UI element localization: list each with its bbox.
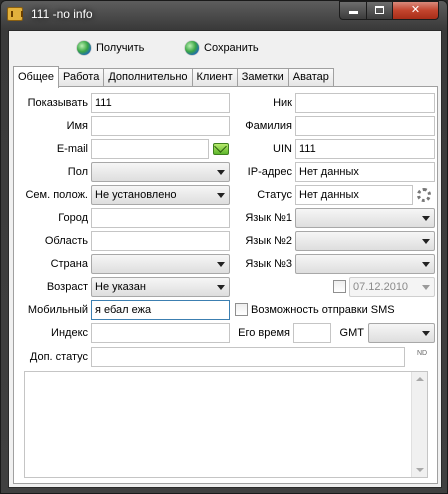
email-field[interactable]	[91, 139, 209, 159]
mobile-label: Мобильный	[27, 304, 88, 316]
region-field[interactable]	[91, 231, 230, 251]
surname-field[interactable]	[295, 116, 435, 136]
maximize-button[interactable]	[366, 1, 393, 20]
tab-work[interactable]: Работа	[58, 68, 105, 87]
display-label: Показывать	[27, 97, 88, 109]
minimize-icon	[348, 11, 358, 14]
age-value: Не указан	[95, 281, 146, 293]
chevron-down-icon	[217, 262, 225, 267]
globe-icon	[185, 41, 199, 55]
client-area: Получить Сохранить Общее Работа Дополнит…	[8, 30, 442, 488]
chevron-down-icon	[217, 193, 225, 198]
city-label: Город	[58, 212, 88, 224]
gmt-select[interactable]	[368, 323, 435, 343]
lang1-label: Язык №1	[245, 212, 292, 224]
get-button[interactable]: Получить	[77, 39, 144, 57]
lang2-label: Язык №2	[245, 235, 292, 247]
tab-general[interactable]: Общее	[13, 66, 60, 88]
app-icon	[7, 7, 23, 21]
lang3-label: Язык №3	[245, 258, 292, 270]
email-label: E-mail	[56, 143, 88, 155]
chevron-down-icon	[422, 216, 430, 221]
city-field[interactable]	[91, 208, 230, 228]
window: 111 -no info ✕ Получить Сохранить Общее …	[0, 0, 448, 494]
mobile-field[interactable]: я ебал ежа	[91, 300, 230, 320]
tab-strip: Общее Работа Дополнительно Клиент Заметк…	[13, 66, 334, 88]
save-label: Сохранить	[204, 42, 259, 54]
gender-label: Пол	[67, 166, 88, 178]
surname-label: Фамилия	[245, 120, 292, 132]
lang1-select[interactable]	[295, 208, 435, 228]
marital-label: Сем. полож.	[25, 189, 88, 201]
country-select[interactable]	[91, 254, 230, 274]
memo-scrollbar[interactable]	[411, 372, 427, 477]
chevron-down-icon	[217, 170, 225, 175]
notes-memo[interactable]	[24, 371, 428, 478]
nd-icon[interactable]: ND	[415, 350, 429, 357]
marital-select[interactable]: Не установлено	[91, 185, 230, 205]
tab-avatar[interactable]: Аватар	[287, 68, 334, 87]
nick-label: Ник	[273, 97, 292, 109]
ip-label: IP-адрес	[247, 166, 292, 178]
birthdate-picker[interactable]: 07.12.2010	[349, 277, 435, 297]
region-label: Область	[44, 235, 88, 247]
age-select[interactable]: Не указан	[91, 277, 230, 297]
extstatus-label: Доп. статус	[29, 351, 88, 363]
general-panel: Показывать 111 Ник Имя Фамилия E-mail UI…	[13, 86, 438, 484]
minimize-button[interactable]	[339, 1, 367, 20]
zip-label: Индекс	[51, 327, 88, 339]
sms-checkbox[interactable]	[235, 303, 248, 316]
birthdate-value: 07.12.2010	[353, 281, 409, 293]
uin-label: UIN	[273, 143, 292, 155]
marital-value: Не установлено	[95, 189, 177, 201]
maximize-icon	[375, 6, 384, 14]
close-icon: ✕	[410, 4, 421, 16]
lang3-select[interactable]	[295, 254, 435, 274]
extstatus-field[interactable]	[91, 347, 405, 367]
tab-notes[interactable]: Заметки	[236, 68, 289, 87]
chevron-down-icon	[422, 239, 430, 244]
get-label: Получить	[96, 42, 145, 54]
display-field[interactable]: 111	[91, 93, 230, 113]
age-label: Возраст	[46, 281, 88, 293]
toolbar: Получить Сохранить	[9, 31, 441, 65]
tab-client[interactable]: Клиент	[191, 68, 238, 87]
chevron-down-icon	[422, 331, 430, 336]
tab-additional[interactable]: Дополнительно	[103, 68, 193, 87]
sms-label: Возможность отправки SMS	[251, 304, 395, 316]
lang2-select[interactable]	[295, 231, 435, 251]
name-label: Имя	[66, 120, 88, 132]
status-field[interactable]: Нет данных	[295, 185, 413, 205]
gender-select[interactable]	[91, 162, 230, 182]
save-button[interactable]: Сохранить	[185, 39, 259, 57]
chevron-down-icon	[422, 285, 430, 290]
nick-field[interactable]	[295, 93, 435, 113]
title-bar[interactable]: 111 -no info ✕	[1, 1, 447, 29]
ip-field[interactable]: Нет данных	[295, 162, 435, 182]
gmt-label: GMT	[339, 327, 364, 339]
window-title: 111 -no info	[31, 7, 93, 21]
chevron-down-icon	[217, 285, 225, 290]
uin-field[interactable]: 111	[295, 139, 435, 159]
chevron-down-icon	[422, 262, 430, 267]
status-label: Статус	[257, 189, 292, 201]
birthdate-checkbox[interactable]	[333, 280, 346, 293]
gear-icon[interactable]	[417, 188, 431, 202]
mail-icon[interactable]	[213, 143, 229, 155]
zip-field[interactable]	[91, 323, 230, 343]
globe-icon	[77, 41, 91, 55]
country-label: Страна	[50, 258, 88, 270]
time-label: Его время	[238, 327, 290, 339]
close-button[interactable]: ✕	[392, 1, 439, 20]
name-field[interactable]	[91, 116, 230, 136]
time-field[interactable]	[293, 323, 331, 343]
